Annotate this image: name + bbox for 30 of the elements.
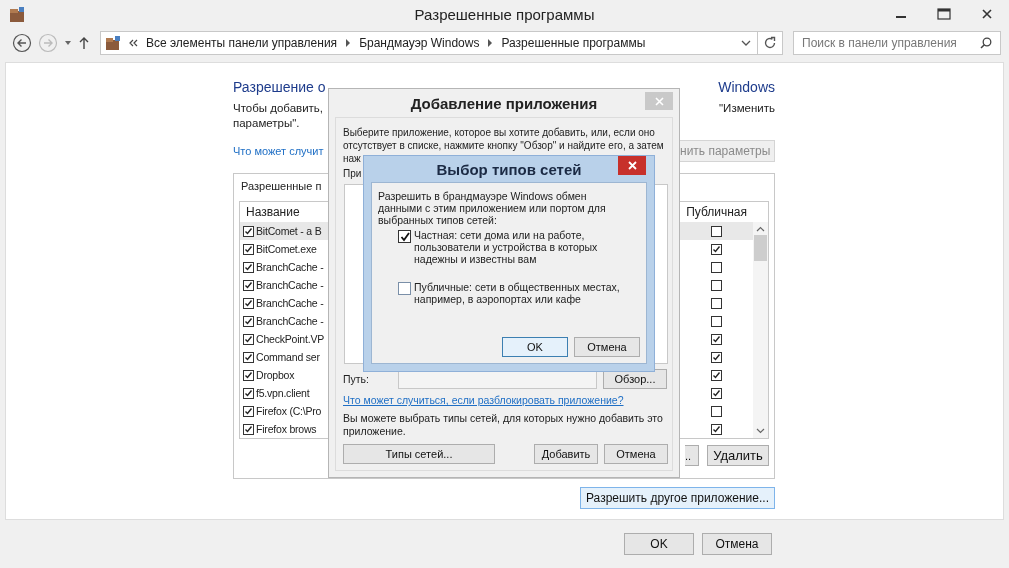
app-name: Firefox brows — [256, 423, 317, 435]
app-name: BranchCache - — [256, 279, 324, 291]
app-name: Dropbox — [256, 369, 295, 381]
app-name: Firefox (C:\Pro — [256, 405, 322, 417]
app-name: f5.vpn.client — [256, 387, 310, 399]
option-label: Частная: сети дома или на работе, пользователи и устройства в которых надежны и известны вам — [414, 229, 599, 265]
app-name: BitComet.exe — [256, 243, 317, 255]
page-heading: Windows — [718, 79, 775, 97]
dialog-title: Добавление приложения — [410, 94, 598, 112]
app-name: BranchCache - — [256, 315, 324, 327]
instruction-text: Выберите приложение, которое вы хотите добавить, или, если оно — [343, 126, 655, 139]
instruction-text: отсутствует в списке, нажмите кнопку "Обзор" и найдите его, а затем — [343, 139, 664, 152]
description-text: параметры". — [233, 117, 300, 129]
instruction-text: Разрешить в брандмауэре Windows обмен данными с этим приложением или портом для выбранных типов сетей: — [378, 190, 607, 226]
app-name: BranchCache - — [256, 297, 324, 309]
instruction-text: наж — [343, 152, 361, 165]
description-text: "Изменить — [719, 102, 775, 116]
app-name: CheckPoint.VP — [256, 333, 325, 345]
path-label: Путь: — [343, 373, 370, 385]
app-name: BranchCache - — [256, 261, 324, 273]
description-text: Чтобы добавить, — [233, 102, 324, 116]
list-label: При — [343, 167, 362, 180]
dialog-title: Выбор типов сетей — [436, 160, 582, 178]
option-label: Публичные: сети в общественных местах, например, в аэропортах или кафе — [414, 281, 621, 305]
window-title: Разрешенные программы — [414, 6, 595, 23]
note-text: Вы можете выбрать типы сетей, для которых нужно добавить это приложение. — [343, 412, 664, 438]
app-name: BitComet - a B — [256, 225, 322, 237]
app-name: Command ser — [256, 351, 320, 363]
group-label: Разрешенные п — [241, 180, 322, 194]
page-heading: Разрешение о — [233, 79, 326, 97]
